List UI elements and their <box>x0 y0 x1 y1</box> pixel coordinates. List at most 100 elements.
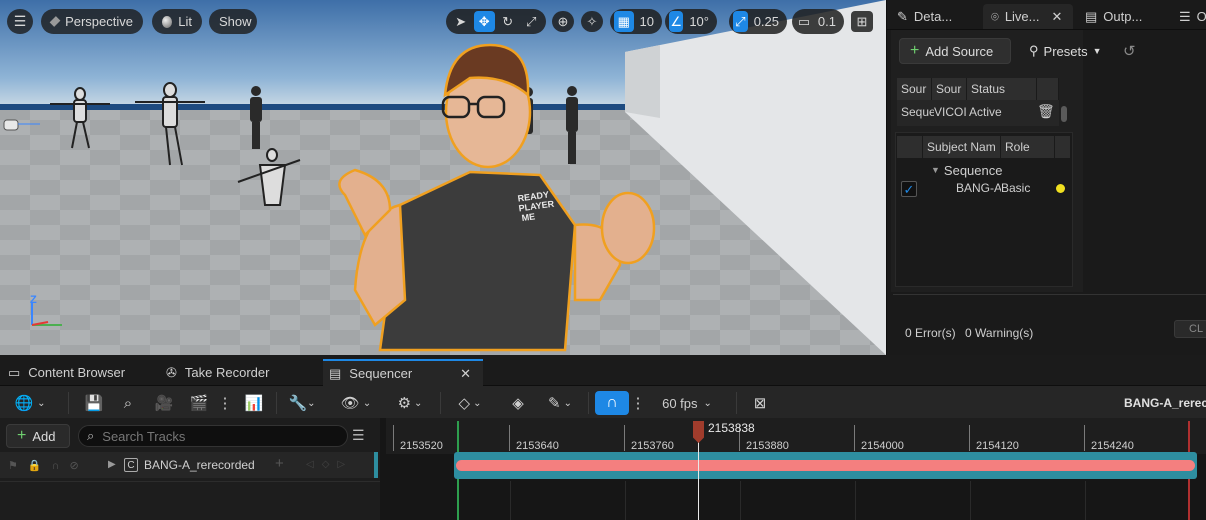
world-local-icon[interactable]: ⊕ <box>552 11 574 32</box>
source-status: Active <box>969 105 1002 119</box>
translate-icon[interactable]: ✥ <box>473 11 495 32</box>
add-source-button[interactable]: + Add Source <box>899 38 1011 64</box>
bottom-panel: ▭ Content Browser ✇ Take Recorder ▤ Sequ… <box>0 355 1206 520</box>
show-button[interactable]: Show <box>209 9 257 34</box>
search-tracks-field[interactable]: ⌕ Search Tracks <box>78 425 348 447</box>
track-row-toggles[interactable]: ⚑🔒∩⊘ <box>8 459 89 472</box>
transform-tools: ➤ ✥ ↻ ⤢ <box>446 9 546 34</box>
perspective-button[interactable]: Perspective <box>41 9 143 34</box>
key-options-button[interactable]: ◇ ⌄ <box>450 391 490 415</box>
tab-take-recorder[interactable]: ✇ Take Recorder <box>160 359 310 386</box>
subject-group-sequence[interactable]: ▼ Sequence <box>931 160 1061 180</box>
chevron-down-icon: ⌄ <box>362 397 372 409</box>
close-icon[interactable]: ✕ <box>1052 9 1063 25</box>
tab-outliner[interactable]: ☰ O <box>1171 4 1206 29</box>
subject-name: BANG-A <box>956 181 1001 195</box>
chevron-down-icon: ⌄ <box>414 397 423 409</box>
sources-header-status[interactable]: Status <box>967 78 1037 100</box>
save-icon[interactable]: 💾 <box>82 391 106 415</box>
close-icon[interactable]: ✕ <box>460 366 471 382</box>
axis-z-label: Z <box>30 294 37 306</box>
chevron-down-icon: ⌄ <box>563 397 572 409</box>
tab-sequencer[interactable]: ▤ Sequencer ✕ <box>323 359 483 386</box>
error-count: 0 Error(s) <box>905 326 956 340</box>
tab-output-label: Outp... <box>1103 9 1143 24</box>
rotate-icon[interactable]: ↻ <box>497 11 519 32</box>
chevron-down-icon: ⌄ <box>703 397 712 409</box>
tab-content-browser[interactable]: ▭ Content Browser <box>2 359 152 386</box>
track-label: BANG-A_rerecorded <box>144 458 255 472</box>
tab-output-log[interactable]: ▤ Outp... <box>1077 4 1161 29</box>
tab-live-link[interactable]: ⌾ Live... ✕ <box>983 4 1073 29</box>
chevron-right-icon[interactable]: ▶ <box>108 459 116 470</box>
filter-icon[interactable]: ☰ <box>352 427 365 444</box>
chevron-down-icon: ⌄ <box>37 397 46 409</box>
add-subtrack-icon[interactable]: + <box>275 455 284 472</box>
clapper-icon: ▤ <box>329 365 342 381</box>
tab-content-browser-label: Content Browser <box>28 365 126 380</box>
auto-key-icon[interactable]: ◈ <box>505 391 531 415</box>
edit-mode-button[interactable]: ✎ ⌄ <box>540 391 580 415</box>
chevron-down-icon: ⌄ <box>473 397 482 409</box>
scale-snap-value: 0.25 <box>753 14 779 29</box>
world-settings-button[interactable]: 🌐 ⌄ <box>10 391 50 415</box>
grid-snap-group[interactable]: ▦ 10 <box>610 9 662 34</box>
scale-icon[interactable]: ⤢ <box>521 11 543 32</box>
frame-rate-select[interactable]: 60 fps ⌄ <box>652 391 722 415</box>
list-icon: ☰ <box>1179 8 1191 24</box>
content-browser-icon: ▭ <box>8 364 21 380</box>
eye-icon: 👁 <box>340 395 360 412</box>
cube-icon <box>49 16 61 27</box>
show-label: Show <box>219 14 252 29</box>
sources-header-source[interactable]: Sour <box>897 78 932 100</box>
camera-icon[interactable]: ▭ <box>796 11 812 32</box>
search-icon: ⌕ <box>87 428 95 443</box>
lit-button[interactable]: Lit <box>152 9 202 34</box>
clear-button[interactable]: CL <box>1174 320 1206 338</box>
clapper-board-icon[interactable]: 🎬 <box>186 391 212 415</box>
snap-options-icon[interactable]: ⋮ <box>631 391 646 415</box>
presets-icon: ⚲ <box>1029 43 1039 58</box>
camera-speed-group[interactable]: ▭ 0.1 <box>792 9 844 34</box>
settings-button[interactable]: 🔧 ⌄ <box>284 391 320 415</box>
rotation-snap-group[interactable]: ∠ 10° <box>665 9 717 34</box>
curve-editor-icon[interactable]: ⊠ <box>748 391 772 415</box>
tab-details[interactable]: ✎ Deta... <box>889 4 981 29</box>
level-viewport[interactable]: READY PLAYER ME Z ☰ Perspective Lit Show… <box>0 0 886 355</box>
plus-icon: + <box>17 427 27 444</box>
more-options-icon[interactable]: ⋮ <box>218 391 233 415</box>
angle-icon[interactable]: ∠ <box>669 11 684 32</box>
sources-header-type[interactable]: Sour <box>932 78 967 100</box>
scale-snap-icon[interactable]: ⤢ <box>733 11 748 32</box>
surface-snap-icon[interactable]: ✧ <box>581 11 603 32</box>
reset-icon[interactable]: ↺ <box>1123 42 1136 60</box>
add-track-button[interactable]: + Add <box>6 424 70 448</box>
rotation-snap-value: 10° <box>689 14 709 29</box>
grid-icon[interactable]: ▦ <box>614 11 634 32</box>
playback-options-button[interactable]: ⚙ ⌄ <box>390 391 430 415</box>
snap-magnet-icon[interactable]: ∩ <box>595 391 629 415</box>
tab-live-link-label: Live... <box>1004 9 1040 24</box>
viewport-menu-button[interactable]: ☰ <box>7 9 33 34</box>
render-movie-icon[interactable]: 🎥 <box>150 391 178 415</box>
scale-snap-group[interactable]: ⤢ 0.25 <box>729 9 787 34</box>
subject-enabled-checkbox[interactable]: ✓ <box>901 181 917 197</box>
subjects-header-name[interactable]: Subject Nam <box>923 136 1001 158</box>
viewport-layout-icon[interactable]: ⊞ <box>851 11 873 32</box>
trash-icon[interactable]: 🗑 <box>1037 103 1055 120</box>
sources-scrollbar[interactable] <box>1061 106 1067 122</box>
actions-icon[interactable]: 📊 <box>240 391 268 415</box>
output-log-icon: ▤ <box>1085 8 1098 24</box>
view-options-button[interactable]: 👁 ⌄ <box>336 391 376 415</box>
add-track-label: Add <box>32 428 56 444</box>
ruler-tick-label: 2154000 <box>861 440 904 452</box>
presets-label: Presets <box>1043 43 1088 59</box>
select-arrow-icon[interactable]: ➤ <box>450 11 472 32</box>
add-source-label: Add Source <box>925 43 994 59</box>
ruler-tick-label: 2153880 <box>746 440 789 452</box>
keyframe-nav-icons[interactable]: ◁◇▷ <box>306 459 353 470</box>
find-asset-icon[interactable]: ⌕ <box>116 391 140 415</box>
svg-text:ME: ME <box>521 211 536 223</box>
subjects-header-role[interactable]: Role <box>1001 136 1055 158</box>
presets-button[interactable]: ⚲ Presets ▼ <box>1029 38 1102 64</box>
